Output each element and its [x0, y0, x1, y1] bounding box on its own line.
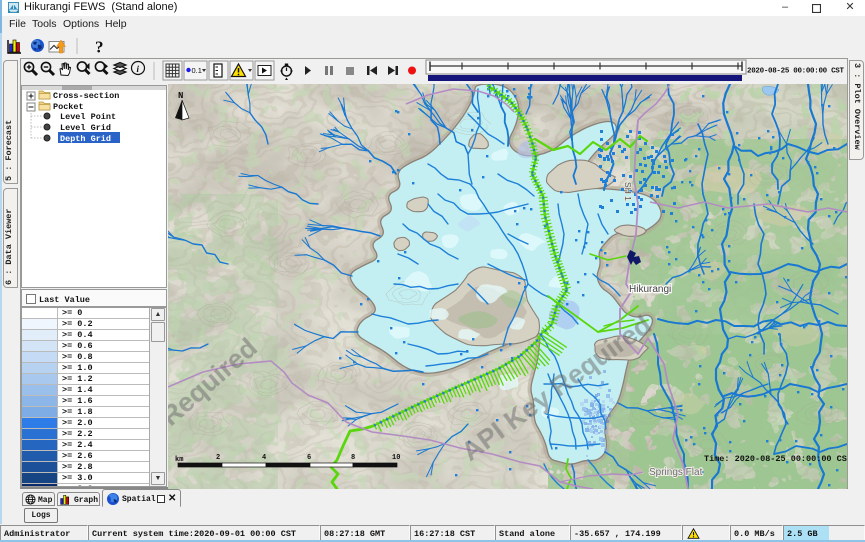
- svg-text:N: N: [178, 91, 183, 101]
- svg-text:8: 8: [351, 454, 355, 462]
- svg-text:Hikurangi: Hikurangi: [629, 284, 671, 295]
- svg-text:Depth Grid: Depth Grid: [60, 134, 111, 144]
- svg-text:Level Point: Level Point: [60, 112, 116, 122]
- svg-text:Level Grid: Level Grid: [60, 123, 111, 133]
- svg-text:2: 2: [216, 454, 220, 462]
- svg-text:6: 6: [307, 454, 311, 462]
- svg-text:10: 10: [392, 454, 400, 462]
- svg-text:Springs Flat: Springs Flat: [649, 467, 703, 478]
- svg-text:SH 1: SH 1: [623, 182, 633, 201]
- svg-text:2020-08-25 00:00:00 CST: 2020-08-25 00:00:00 CST: [747, 68, 844, 76]
- svg-text:Time: 2020-08-25 00:00:00 CST: Time: 2020-08-25 00:00:00 CST: [704, 454, 847, 464]
- svg-text:i: i: [137, 64, 140, 74]
- svg-text:4: 4: [262, 454, 266, 462]
- svg-text:?: ?: [95, 38, 104, 57]
- svg-text:Cross-section: Cross-section: [53, 91, 119, 101]
- svg-text:Pocket: Pocket: [53, 102, 84, 112]
- svg-text:0.1: 0.1: [192, 66, 202, 75]
